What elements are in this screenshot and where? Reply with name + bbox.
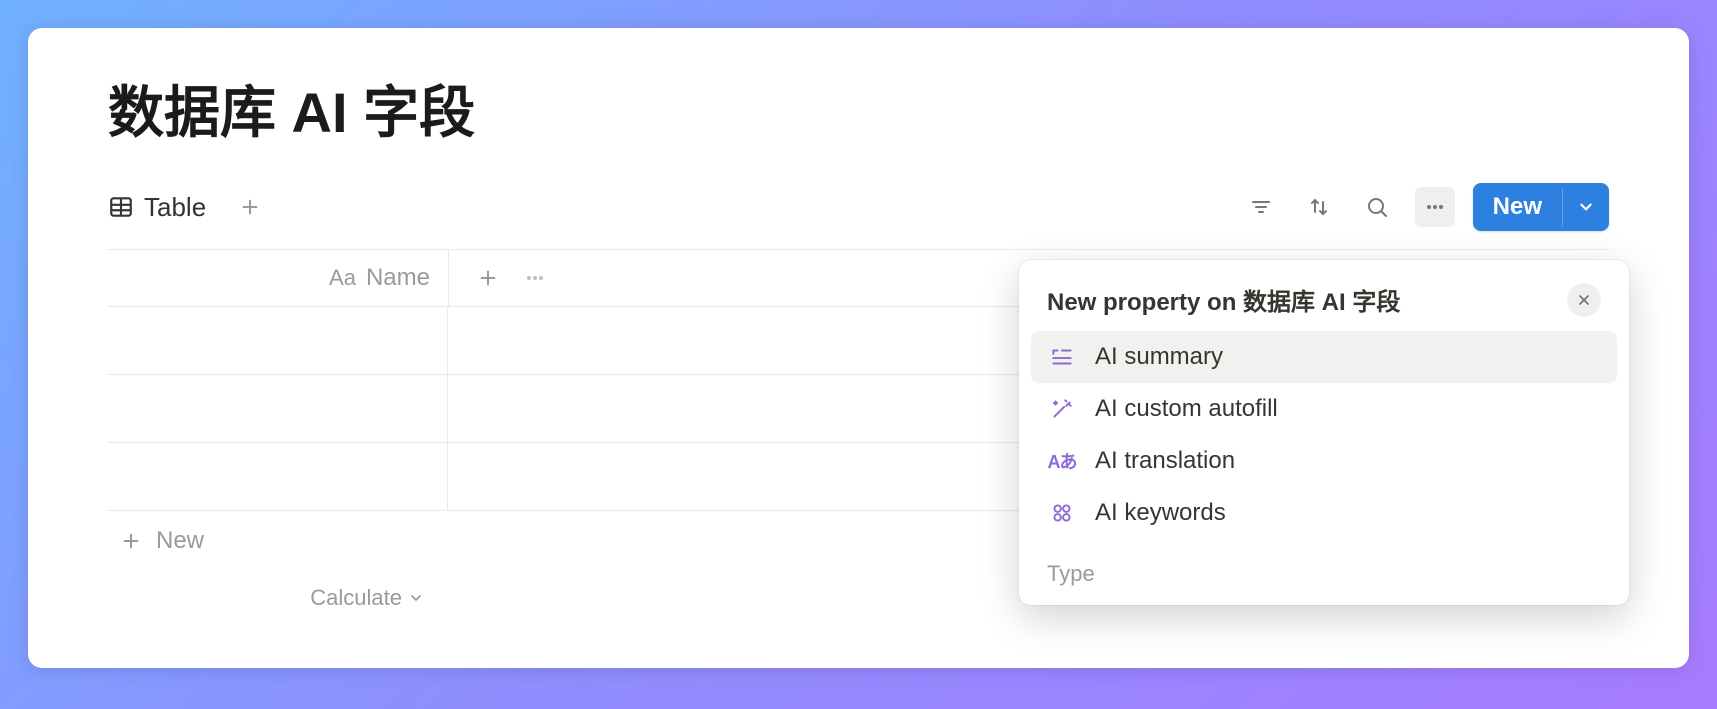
add-column-button[interactable] [477, 267, 499, 289]
app-window: 数据库 AI 字段 Table [28, 28, 1689, 668]
new-button-label: New [1473, 183, 1562, 231]
close-button[interactable] [1567, 283, 1601, 317]
property-option-ai-translation[interactable]: Aあ AI translation [1031, 435, 1617, 487]
ai-summary-icon [1047, 344, 1077, 370]
ai-autofill-icon [1047, 396, 1077, 422]
view-tab-table[interactable]: Table [108, 192, 206, 223]
calculate-label: Calculate [310, 585, 402, 611]
property-option-label: AI keywords [1095, 499, 1226, 527]
new-button-dropdown[interactable] [1562, 188, 1609, 226]
search-button[interactable] [1357, 187, 1397, 227]
more-options-button[interactable] [1415, 187, 1455, 227]
property-option-label: AI translation [1095, 447, 1235, 475]
panel-title: New property on 数据库 AI 字段 [1047, 282, 1400, 317]
property-option-ai-keywords[interactable]: AI keywords [1031, 487, 1617, 539]
view-tab-label: Table [144, 192, 206, 223]
ai-translation-icon: Aあ [1047, 448, 1077, 474]
property-option-ai-summary[interactable]: AI summary [1031, 331, 1617, 383]
column-more-button[interactable] [523, 266, 547, 290]
property-option-label: AI summary [1095, 343, 1223, 371]
column-header-name[interactable]: Aa Name [108, 250, 448, 306]
new-row-label: New [156, 527, 204, 555]
property-option-ai-custom-autofill[interactable]: AI custom autofill [1031, 383, 1617, 435]
panel-section-type: Type [1031, 539, 1617, 595]
ai-keywords-icon [1047, 500, 1077, 526]
sort-button[interactable] [1299, 187, 1339, 227]
table-icon [108, 194, 134, 220]
new-property-panel: New property on 数据库 AI 字段 AI summary [1019, 260, 1629, 605]
text-property-icon: Aa [329, 265, 356, 291]
filter-button[interactable] [1241, 187, 1281, 227]
add-view-button[interactable] [230, 187, 270, 227]
calculate-button[interactable]: Calculate [108, 571, 448, 625]
new-button[interactable]: New [1473, 183, 1609, 231]
property-option-label: AI custom autofill [1095, 395, 1278, 423]
database-toolbar: Table [108, 183, 1609, 231]
column-header-label: Name [366, 264, 430, 292]
page-title: 数据库 AI 字段 [108, 68, 1609, 149]
